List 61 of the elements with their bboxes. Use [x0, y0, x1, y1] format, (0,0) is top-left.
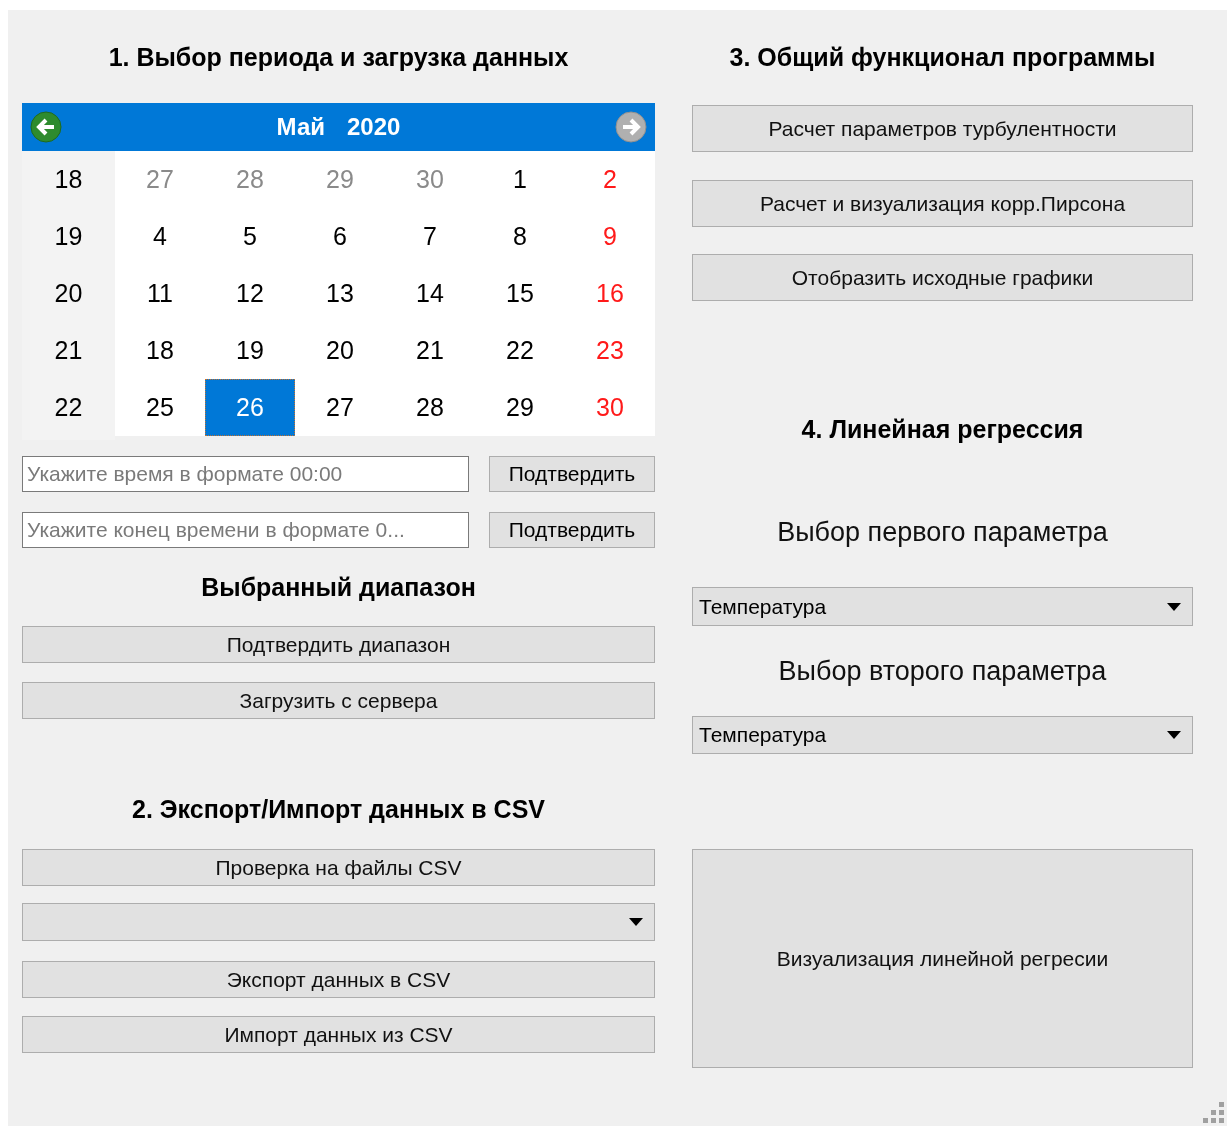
week-number: 21: [54, 334, 83, 366]
week-number: 22: [54, 391, 83, 423]
caret-icon: [1167, 602, 1181, 611]
time-input-field[interactable]: Укажите конец времени в формате 0...: [22, 512, 469, 548]
day-cell[interactable]: 8: [475, 208, 565, 265]
day-cell[interactable]: 28: [385, 379, 475, 436]
caret-icon: [1167, 731, 1181, 739]
day-cell[interactable]: 29: [475, 379, 565, 436]
day-cell[interactable]: 21: [385, 322, 475, 379]
button[interactable]: Расчет параметров турбулентности: [692, 105, 1193, 152]
month-button[interactable]: Май: [276, 113, 325, 140]
year-button[interactable]: 2020: [347, 109, 401, 145]
caret-icon: [629, 918, 643, 926]
resize-grip-icon[interactable]: [1203, 1102, 1225, 1124]
button[interactable]: Загрузить с сервера: [22, 682, 655, 719]
day-cell[interactable]: 5: [205, 208, 295, 265]
button[interactable]: Импорт данных из CSV: [22, 1016, 655, 1053]
day-cell[interactable]: 22: [475, 322, 565, 379]
parameter-label: Выбор первого параметра: [777, 515, 1108, 549]
day-cell[interactable]: 20: [295, 322, 385, 379]
week-number: 18: [54, 163, 83, 195]
day-cell[interactable]: 11: [115, 265, 205, 322]
day-cell[interactable]: 23: [565, 322, 655, 379]
day-cell[interactable]: 13: [295, 265, 385, 322]
week-number: 19: [54, 220, 83, 252]
button[interactable]: Визуализация линейной регресии: [692, 849, 1193, 1068]
day-cell[interactable]: 4: [115, 208, 205, 265]
day-cell[interactable]: 7: [385, 208, 475, 265]
day-cell[interactable]: 1: [475, 151, 565, 208]
button[interactable]: Отобразить исходные графики: [692, 254, 1193, 301]
day-cell[interactable]: 14: [385, 265, 475, 322]
time-input-field[interactable]: Укажите время в формате 00:00: [22, 456, 469, 492]
day-cell[interactable]: 16: [565, 265, 655, 322]
button[interactable]: Проверка на файлы CSV: [22, 849, 655, 886]
day-cell[interactable]: 18: [115, 322, 205, 379]
day-cell[interactable]: 19: [205, 322, 295, 379]
day-cell[interactable]: 6: [295, 208, 385, 265]
confirm-button[interactable]: Подтвердить: [489, 456, 655, 492]
day-cell[interactable]: 30: [565, 379, 655, 436]
section-heading: 4. Линейная регрессия: [801, 414, 1084, 446]
dropdown[interactable]: Температура: [692, 716, 1193, 754]
dropdown[interactable]: Температура: [692, 587, 1193, 626]
day-cell[interactable]: 25: [115, 379, 205, 436]
button[interactable]: Экспорт данных в CSV: [22, 961, 655, 998]
day-cell[interactable]: 15: [475, 265, 565, 322]
confirm-button[interactable]: Подтвердить: [489, 512, 655, 548]
day-cell[interactable]: 2: [565, 151, 655, 208]
day-cell[interactable]: 27: [295, 379, 385, 436]
parameter-label: Выбор второго параметра: [778, 654, 1107, 688]
day-cell[interactable]: 9: [565, 208, 655, 265]
section-heading: 3. Общий функционал программы: [729, 42, 1156, 74]
week-number: 20: [54, 277, 83, 309]
day-cell[interactable]: 26: [205, 379, 295, 436]
button[interactable]: Подтвердить диапазон: [22, 626, 655, 663]
button[interactable]: Расчет и визуализация корр.Пирсона: [692, 180, 1193, 227]
section-heading: 1. Выбор периода и загрузка данных: [108, 42, 569, 74]
section-heading: 2. Экспорт/Импорт данных в CSV: [132, 794, 545, 826]
day-cell[interactable]: 12: [205, 265, 295, 322]
section-heading: Выбранный диапазон: [201, 572, 476, 604]
dropdown-value: Температура: [699, 593, 827, 620]
dropdown-value: Температура: [699, 722, 827, 749]
